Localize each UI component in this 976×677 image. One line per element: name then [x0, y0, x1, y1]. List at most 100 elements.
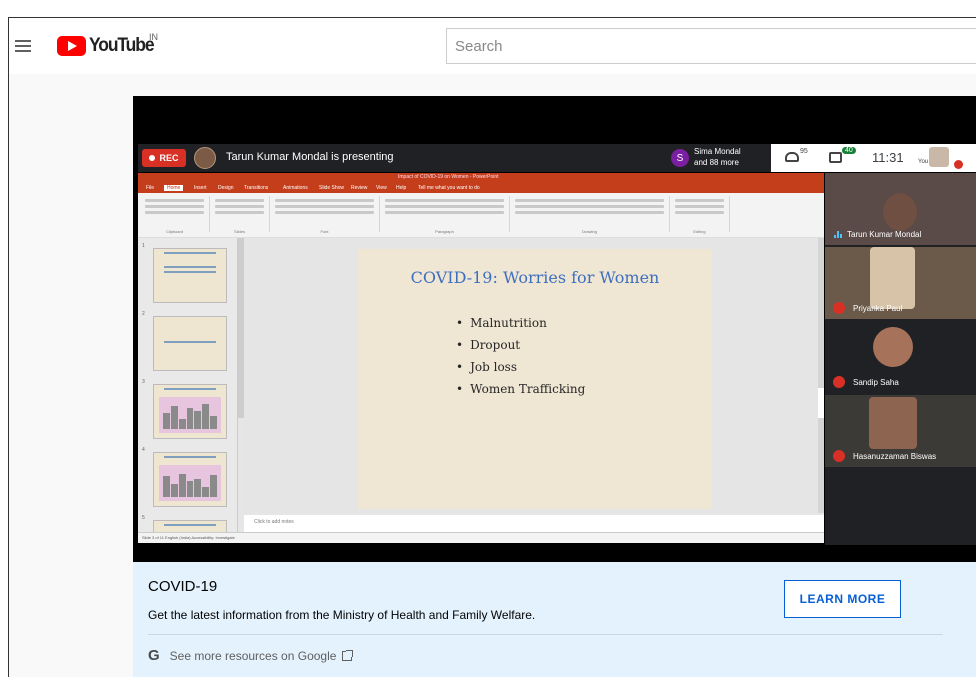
ribbon-group: Clipboard [140, 196, 210, 234]
google-g-icon: G [148, 647, 160, 664]
current-slide: COVID-19: Worries for Women Malnutrition… [358, 249, 712, 509]
ribbon-group-label: Drawing [582, 229, 597, 234]
ribbon-group-label: Slides [234, 229, 245, 234]
participant-video [870, 247, 915, 309]
viewer-summary: Sima Mondal and 88 more [694, 146, 741, 168]
clock: 11:31 [872, 150, 904, 165]
participant-name: Priyanka Paul [853, 304, 903, 313]
learn-more-button[interactable]: LEARN MORE [784, 580, 901, 618]
ppt-tab: File [146, 185, 155, 191]
slide-thumbnail [153, 248, 227, 303]
ppt-status-bar: Slide 3 of 11 English (India) Accessibil… [138, 532, 824, 543]
ribbon-group: Slides [210, 196, 270, 234]
you-label: You [918, 159, 929, 165]
ppt-tab: Transitions [244, 185, 269, 191]
mic-muted-icon [833, 450, 845, 462]
info-title: COVID-19 [148, 578, 218, 595]
ppt-window-title: Impact of COVID-19 on Women - PowerPoint [398, 174, 499, 180]
external-link-icon [342, 649, 354, 661]
more-resources-text: See more resources on Google [169, 648, 337, 663]
meet-controls: 95 40 11:31 You [771, 144, 976, 172]
ppt-tab: Review [351, 185, 368, 191]
viewer-more: and 88 more [694, 158, 739, 167]
search-box[interactable] [446, 28, 976, 64]
record-dot-icon [149, 155, 156, 161]
search-input[interactable] [447, 29, 976, 63]
slide-canvas: COVID-19: Worries for Women Malnutrition… [244, 238, 818, 513]
slide-thumbnail [153, 316, 227, 371]
presenter-text: Tarun Kumar Mondal is presenting [226, 151, 394, 163]
slide-thumbnail [153, 452, 227, 507]
recording-badge: REC [142, 149, 186, 167]
participant-name: Tarun Kumar Mondal [847, 230, 922, 239]
self-avatar [929, 147, 949, 167]
slide-scrollbar[interactable] [818, 238, 824, 513]
notes-pane: Click to add notes [244, 515, 824, 532]
participant-tile: Priyanka Paul [825, 247, 976, 319]
covid-info-panel: COVID-19 Get the latest information from… [133, 562, 976, 677]
powerpoint-window: Impact of COVID-19 on Women - PowerPoint… [138, 173, 824, 543]
youtube-wordmark: YouTube [89, 35, 155, 56]
ppt-tab: View [376, 185, 387, 191]
ribbon-group-label: Clipboard [165, 229, 184, 234]
mic-muted-icon [954, 160, 963, 169]
participant-tile: Hasanuzzaman Biswas [825, 395, 976, 467]
country-code: IN [149, 32, 158, 42]
ribbon-group-label: Font [320, 229, 329, 234]
ribbon-group: Drawing [510, 196, 670, 234]
participant-name: Hasanuzzaman Biswas [853, 452, 937, 461]
slide-bullet: Job loss [456, 356, 585, 378]
meet-top-bar: REC Tarun Kumar Mondal is presenting S S… [138, 144, 976, 172]
slide-thumbnails: 1 2 3 4 5 [138, 238, 238, 543]
ppt-title-bar: Impact of COVID-19 on Women - PowerPoint [138, 173, 824, 184]
participant-tile: Sandip Saha [825, 321, 976, 393]
slide-title: COVID-19: Worries for Women [410, 268, 660, 287]
ppt-tab: Animations [283, 185, 308, 191]
people-count: 95 [800, 148, 808, 155]
slide-thumbnail [153, 384, 227, 439]
ribbon-group-label: Paragraph [435, 229, 454, 234]
viewer-name: Sima Mondal [694, 147, 741, 156]
youtube-logo[interactable]: YouTube [57, 33, 159, 59]
ribbon-group: Editing [670, 196, 730, 234]
presenter-avatar [194, 147, 216, 169]
people-icon[interactable] [785, 152, 799, 162]
ppt-workspace: 1 2 3 4 5 COVID-19: Worries for Women Ma… [138, 238, 824, 543]
more-resources-link[interactable]: G See more resources on Google [148, 647, 354, 664]
rec-label: REC [159, 153, 179, 163]
participant-name: Sandip Saha [853, 378, 899, 387]
viewer-avatar: S [671, 149, 689, 167]
ppt-tab: Help [396, 185, 407, 191]
ppt-ribbon: Clipboard Slides Font Paragraph Drawing … [138, 193, 824, 238]
ppt-tab-bar: File Home Insert Design Transitions Anim… [138, 184, 824, 193]
ribbon-group: Paragraph [380, 196, 510, 234]
ppt-tab: Home [164, 185, 184, 191]
ppt-tab: Tell me what you want to do [418, 185, 480, 191]
chat-icon[interactable] [829, 152, 842, 163]
mic-muted-icon [833, 302, 845, 314]
slide-scrollbar-thumb[interactable] [818, 388, 824, 418]
video-player[interactable]: REC Tarun Kumar Mondal is presenting S S… [133, 96, 976, 562]
ribbon-group: Font [270, 196, 380, 234]
participant-video [869, 397, 917, 449]
participant-tiles: Tarun Kumar Mondal Priyanka Paul Sandip … [825, 173, 976, 545]
info-description: Get the latest information from the Mini… [148, 608, 536, 622]
mic-muted-icon [833, 376, 845, 388]
speaking-icon [834, 231, 842, 238]
youtube-play-icon [57, 36, 86, 56]
slide-bullets: Malnutrition Dropout Job loss Women Traf… [456, 312, 585, 400]
slide-bullet: Malnutrition [456, 312, 585, 334]
chat-count-badge: 40 [842, 147, 856, 154]
ppt-tab: Design [218, 185, 234, 191]
participant-tile: Tarun Kumar Mondal [825, 173, 976, 245]
ppt-tab: Insert [194, 185, 207, 191]
slide-bullet: Dropout [456, 334, 585, 356]
ribbon-group-label: Editing [693, 229, 706, 234]
participant-video [883, 193, 917, 231]
hamburger-menu-icon[interactable] [15, 40, 31, 52]
participant-avatar [873, 327, 913, 367]
ppt-tab: Slide Show [319, 185, 345, 191]
masthead: YouTube IN [9, 18, 976, 74]
info-divider [148, 634, 943, 635]
slide-bullet: Women Trafficking [456, 378, 585, 400]
